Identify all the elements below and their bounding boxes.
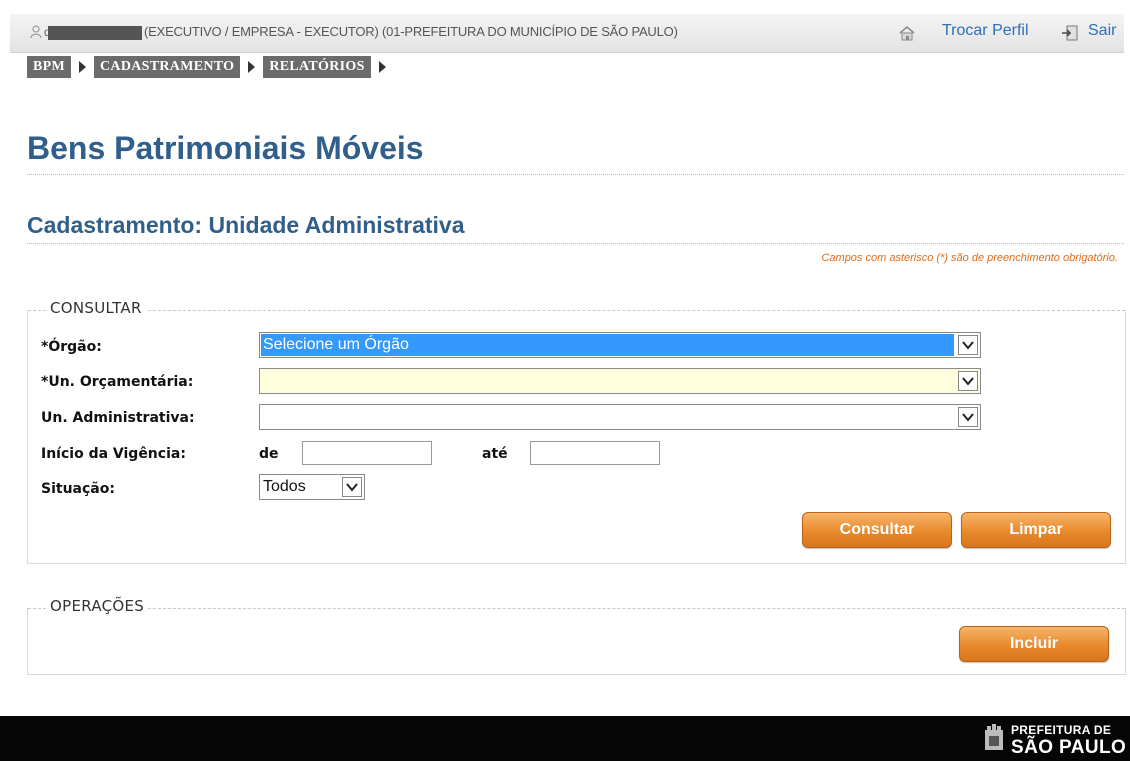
section-title: Cadastramento: Unidade Administrativa	[27, 212, 465, 238]
footer-org-line1: PREFEITURA DE	[1011, 723, 1112, 737]
home-icon[interactable]	[898, 24, 916, 42]
user-profile-text: (EXECUTIVO / EMPRESA - EXECUTOR) (01-PRE…	[144, 24, 678, 39]
user-bar: d (EXECUTIVO / EMPRESA - EXECUTOR) (01-P…	[10, 14, 1124, 53]
vigencia-from-input[interactable]	[302, 441, 432, 465]
orgao-select-value: Selecione um Órgão	[263, 336, 409, 353]
operacoes-legend: OPERAÇÕES	[46, 597, 149, 615]
chevron-down-icon[interactable]	[958, 371, 978, 391]
operacoes-fieldset: OPERAÇÕES Incluir	[27, 597, 1126, 675]
chevron-down-icon[interactable]	[958, 407, 978, 427]
un-administrativa-label: Un. Administrativa:	[41, 410, 195, 426]
switch-profile-link[interactable]: Trocar Perfil	[942, 22, 1029, 40]
breadcrumb-item-bpm[interactable]: BPM	[27, 56, 72, 78]
orgao-select[interactable]: Selecione um Órgão	[259, 332, 981, 358]
logout-link[interactable]: Sair	[1088, 22, 1116, 40]
triangle-right-icon	[248, 61, 256, 73]
vigencia-label: Início da Vigência:	[41, 446, 186, 462]
redacted-user-name	[48, 26, 142, 40]
title-divider	[27, 174, 1124, 175]
exit-icon[interactable]	[1061, 24, 1079, 42]
vigencia-to-label: até	[482, 446, 508, 462]
consultar-button[interactable]: Consultar	[802, 512, 952, 548]
user-icon	[30, 25, 42, 39]
un-orcamentaria-label: *Un. Orçamentária:	[41, 374, 194, 390]
footer-org-line2: SÃO PAULO	[1011, 737, 1127, 758]
fieldset-border	[28, 608, 1125, 609]
situacao-select-value: Todos	[263, 478, 306, 495]
limpar-button[interactable]: Limpar	[961, 512, 1111, 548]
section-divider	[27, 243, 1124, 244]
situacao-select[interactable]: Todos	[259, 474, 365, 500]
vigencia-from-label: de	[259, 446, 279, 462]
consultar-legend: CONSULTAR	[46, 299, 146, 317]
un-orcamentaria-select[interactable]	[259, 368, 981, 394]
situacao-label: Situação:	[41, 481, 115, 497]
breadcrumb: BPM CADASTRAMENTO RELATÓRIOS	[27, 55, 394, 79]
breadcrumb-item-cadastramento[interactable]: CADASTRAMENTO	[94, 56, 241, 78]
vigencia-to-input[interactable]	[530, 441, 660, 465]
chevron-down-icon[interactable]	[958, 335, 978, 355]
page-title: Bens Patrimoniais Móveis	[27, 130, 424, 166]
triangle-right-icon	[79, 61, 87, 73]
city-seal-icon	[985, 724, 1003, 750]
un-administrativa-select[interactable]	[259, 404, 981, 430]
required-fields-note: Campos com asterisco (*) são de preenchi…	[821, 252, 1118, 264]
footer: PREFEITURA DE SÃO PAULO	[0, 716, 1130, 761]
triangle-right-icon	[378, 61, 386, 73]
chevron-down-icon[interactable]	[342, 477, 362, 497]
fieldset-border	[28, 310, 1125, 311]
breadcrumb-item-relatorios[interactable]: RELATÓRIOS	[263, 56, 371, 78]
consultar-fieldset: CONSULTAR *Órgão: Selecione um Órgão *Un…	[27, 299, 1126, 564]
incluir-button[interactable]: Incluir	[959, 626, 1109, 662]
orgao-label: *Órgão:	[41, 339, 102, 355]
